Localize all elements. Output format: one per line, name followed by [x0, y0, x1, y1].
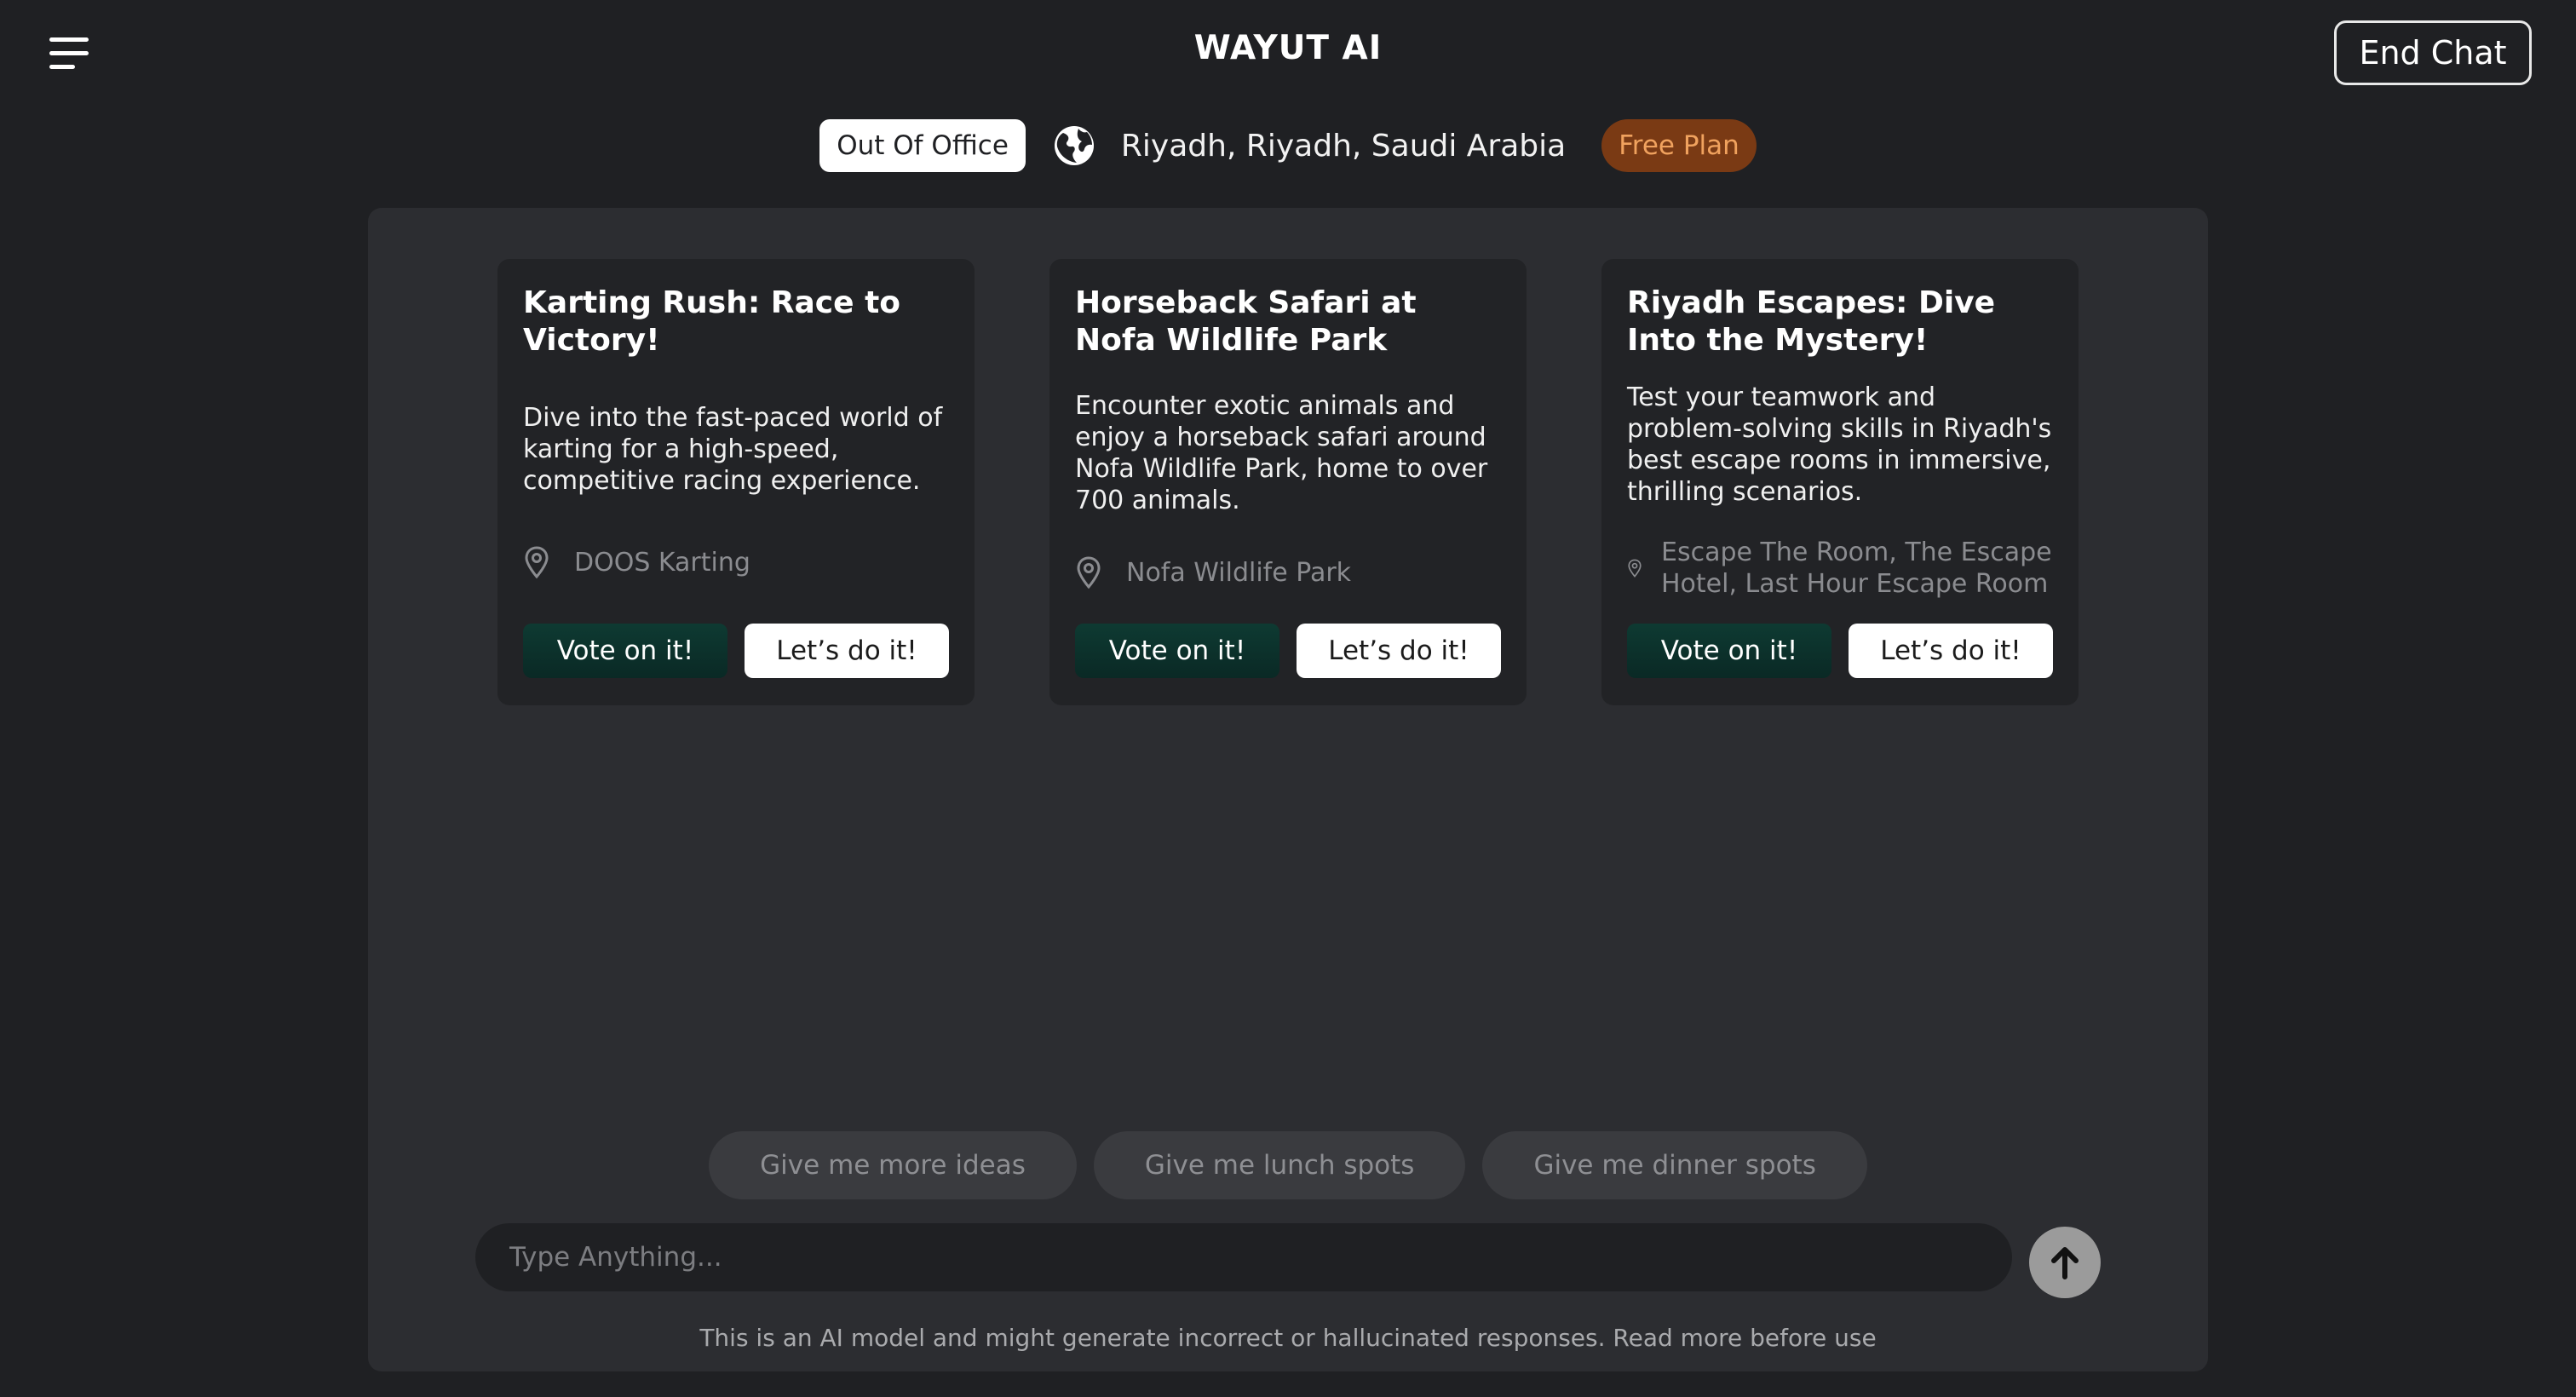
status-bar: Out Of Office Riyadh, Riyadh, Saudi Arab…: [0, 119, 2576, 172]
card-description: Dive into the fast-paced world of kartin…: [523, 403, 943, 496]
card-location-text: Escape The Room, The Escape Hotel, Last …: [1661, 538, 2052, 599]
suggestion-row: Give me more ideas Give me lunch spots G…: [368, 1131, 2208, 1199]
lets-do-it-button[interactable]: Let’s do it!: [745, 624, 949, 678]
card-location-text: Nofa Wildlife Park: [1126, 557, 1352, 588]
end-chat-button[interactable]: End Chat: [2334, 20, 2532, 85]
card-title: Karting Rush: Race to Victory!: [523, 285, 901, 358]
suggestion-chip-more-ideas[interactable]: Give me more ideas: [709, 1131, 1077, 1199]
map-pin-icon: [1077, 556, 1101, 589]
lets-do-it-button[interactable]: Let’s do it!: [1297, 624, 1501, 678]
suggestion-chip-dinner-spots[interactable]: Give me dinner spots: [1482, 1131, 1867, 1199]
globe-icon: [1054, 126, 1094, 165]
card-description: Test your teamwork and problem-solving s…: [1627, 382, 2052, 507]
app-title: WAYUT AI: [1193, 29, 1383, 67]
activity-card: Karting Rush: Race to Victory! Dive into…: [497, 259, 975, 705]
activity-card: Riyadh Escapes: Dive Into the Mystery! T…: [1601, 259, 2079, 705]
disclaimer-text: This is an AI model and might generate i…: [699, 1324, 1877, 1352]
card-location: DOOS Karting: [523, 545, 949, 579]
card-location-text: DOOS Karting: [574, 547, 750, 578]
suggestion-chip-lunch-spots[interactable]: Give me lunch spots: [1093, 1131, 1466, 1199]
card-location: Nofa Wildlife Park: [1075, 555, 1501, 589]
chat-panel: Karting Rush: Race to Victory! Dive into…: [368, 208, 2208, 1371]
lets-do-it-button[interactable]: Let’s do it!: [1849, 624, 2053, 678]
card-description: Encounter exotic animals and enjoy a hor…: [1075, 391, 1488, 515]
mode-badge[interactable]: Out Of Office: [819, 119, 1026, 172]
location-text: Riyadh, Riyadh, Saudi Arabia: [1120, 128, 1567, 164]
card-title: Riyadh Escapes: Dive Into the Mystery!: [1627, 285, 1996, 358]
map-pin-icon: [1628, 559, 1642, 578]
vote-button[interactable]: Vote on it!: [523, 624, 727, 678]
card-location: Escape The Room, The Escape Hotel, Last …: [1627, 537, 2053, 600]
card-title: Horseback Safari at Nofa Wildlife Park: [1075, 285, 1417, 358]
activity-card: Horseback Safari at Nofa Wildlife Park E…: [1049, 259, 1527, 705]
vote-button[interactable]: Vote on it!: [1075, 624, 1279, 678]
plan-badge[interactable]: Free Plan: [1601, 119, 1757, 172]
message-input[interactable]: [475, 1223, 2012, 1291]
send-button[interactable]: [2029, 1227, 2101, 1298]
vote-button[interactable]: Vote on it!: [1627, 624, 1831, 678]
arrow-up-icon: [2051, 1247, 2079, 1279]
map-pin-icon: [525, 546, 549, 579]
